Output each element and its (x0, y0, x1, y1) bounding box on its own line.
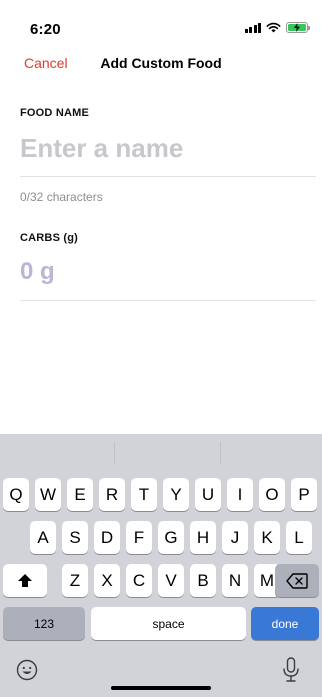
battery-charging-icon (286, 22, 310, 33)
done-button[interactable]: done (251, 607, 319, 640)
key-z[interactable]: Z (62, 564, 88, 597)
key-f[interactable]: F (126, 521, 152, 554)
key-t[interactable]: T (131, 478, 157, 511)
key-x[interactable]: X (94, 564, 120, 597)
key-q[interactable]: Q (3, 478, 29, 511)
backspace-key[interactable] (275, 564, 319, 597)
key-d[interactable]: D (94, 521, 120, 554)
key-w[interactable]: W (35, 478, 61, 511)
status-bar: 6:20 (0, 0, 322, 44)
wifi-icon (266, 22, 281, 33)
key-u[interactable]: U (195, 478, 221, 511)
key-o[interactable]: O (259, 478, 285, 511)
status-icons (244, 22, 310, 33)
shift-key[interactable] (3, 564, 47, 597)
character-count: 0/32 characters (20, 190, 103, 204)
divider (20, 176, 316, 177)
key-v[interactable]: V (158, 564, 184, 597)
key-b[interactable]: B (190, 564, 216, 597)
space-key[interactable]: space (91, 607, 246, 640)
key-r[interactable]: R (99, 478, 125, 511)
page-title: Add Custom Food (100, 55, 222, 71)
signal-bars-icon (244, 22, 261, 33)
key-c[interactable]: C (126, 564, 152, 597)
divider (20, 300, 316, 301)
key-k[interactable]: K (254, 521, 280, 554)
key-a[interactable]: A (30, 521, 56, 554)
suggestion-divider (114, 442, 115, 464)
key-i[interactable]: I (227, 478, 253, 511)
backspace-icon (286, 572, 308, 589)
carbs-input[interactable] (20, 256, 316, 288)
carbs-label: CARBS (g) (20, 232, 79, 244)
emoji-icon[interactable] (16, 659, 38, 681)
navigation-bar: Cancel Add Custom Food (0, 44, 322, 84)
shift-icon (18, 574, 32, 587)
key-l[interactable]: L (286, 521, 312, 554)
key-n[interactable]: N (222, 564, 248, 597)
key-e[interactable]: E (67, 478, 93, 511)
key-s[interactable]: S (62, 521, 88, 554)
key-h[interactable]: H (190, 521, 216, 554)
key-j[interactable]: J (222, 521, 248, 554)
food-name-label: FOOD NAME (20, 107, 90, 119)
numbers-key[interactable]: 123 (3, 607, 85, 640)
suggestion-divider (220, 442, 221, 464)
home-indicator[interactable] (111, 686, 211, 690)
keyboard: Q W E R T Y U I O P A S D F G H J K L Z … (0, 434, 322, 697)
microphone-icon[interactable] (282, 657, 300, 683)
key-p[interactable]: P (291, 478, 317, 511)
status-time: 6:20 (30, 21, 61, 38)
key-y[interactable]: Y (163, 478, 189, 511)
food-name-input[interactable] (20, 132, 316, 164)
key-g[interactable]: G (158, 521, 184, 554)
